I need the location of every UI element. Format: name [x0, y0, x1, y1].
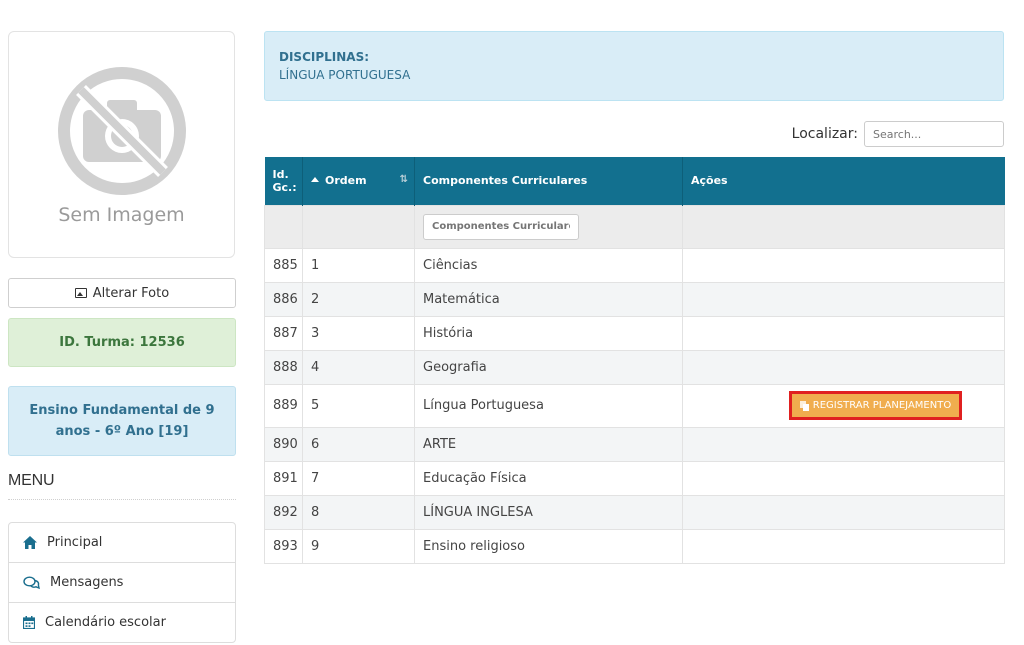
cell-id: 890 — [264, 426, 303, 462]
table-row: 888 4 Geografia — [264, 349, 1005, 385]
table-row: 886 2 Matemática — [264, 281, 1005, 317]
column-header-acoes: Ações — [682, 157, 1005, 205]
column-header-id[interactable]: Id. Gc.: — [264, 157, 303, 205]
class-id-badge: ID. Turma: 12536 — [8, 318, 236, 367]
cell-componente: ARTE — [414, 426, 683, 462]
table-row: 893 9 Ensino religioso — [264, 528, 1005, 564]
change-photo-label: Alterar Foto — [92, 285, 170, 301]
sidebar-item-calendario[interactable]: Calendário escolar — [9, 603, 235, 642]
column-header-ordem[interactable]: Ordem ⇅ — [302, 157, 415, 205]
cell-id: 888 — [264, 349, 303, 385]
cell-ordem: 3 — [302, 315, 415, 351]
cell-id: 885 — [264, 247, 303, 283]
cell-ordem: 6 — [302, 426, 415, 462]
cell-ordem: 5 — [302, 383, 415, 428]
table-header-row: Id. Gc.: Ordem ⇅ Componentes Curriculare… — [264, 157, 1005, 205]
filter-row — [264, 204, 1005, 249]
cell-componente: Geografia — [414, 349, 683, 385]
cell-componente: Ensino religioso — [414, 528, 683, 564]
table-row: 892 8 LÍNGUA INGLESA — [264, 494, 1005, 530]
calendar-icon — [23, 616, 35, 629]
cell-acoes: REGISTRAR PLANEJAMENTO — [682, 383, 1005, 428]
home-icon — [23, 536, 37, 549]
disciplines-alert: DISCIPLINAS: LÍNGUA PORTUGUESA — [264, 31, 1004, 101]
menu-title: MENU — [8, 472, 236, 500]
table-row: 890 6 ARTE — [264, 426, 1005, 462]
course-label: Ensino Fundamental de 9 anos - 6º Ano [1… — [29, 403, 215, 439]
cell-acoes — [682, 349, 1005, 385]
cell-ordem: 9 — [302, 528, 415, 564]
cell-componente: Língua Portuguesa — [414, 383, 683, 428]
cell-id: 892 — [264, 494, 303, 530]
picture-icon — [74, 288, 87, 298]
table-row: 887 3 História — [264, 315, 1005, 351]
cell-componente: Matemática — [414, 281, 683, 317]
column-header-componentes[interactable]: Componentes Curriculares — [414, 157, 683, 205]
disciplines-value: LÍNGUA PORTUGUESA — [279, 68, 411, 82]
column-header-ordem-label: Ordem — [325, 174, 367, 188]
sidebar-item-label: Principal — [47, 535, 103, 550]
cell-ordem: 7 — [302, 460, 415, 496]
register-planning-button[interactable]: REGISTRAR PLANEJAMENTO — [788, 391, 963, 420]
search-bar: Localizar: — [264, 120, 1004, 148]
cell-ordem: 8 — [302, 494, 415, 530]
sidebar-item-label: Calendário escolar — [45, 615, 166, 630]
search-input[interactable] — [864, 121, 1004, 147]
cell-acoes — [682, 315, 1005, 351]
no-camera-icon — [58, 67, 186, 195]
copy-icon — [799, 400, 809, 411]
disciplines-title: DISCIPLINAS: — [279, 50, 370, 64]
register-planning-label: REGISTRAR PLANEJAMENTO — [812, 400, 952, 411]
chat-icon — [23, 575, 40, 589]
cell-componente: LÍNGUA INGLESA — [414, 494, 683, 530]
cell-ordem: 2 — [302, 281, 415, 317]
cell-ordem: 4 — [302, 349, 415, 385]
cell-id: 893 — [264, 528, 303, 564]
no-image-caption: Sem Imagem — [58, 204, 185, 226]
cell-id: 887 — [264, 315, 303, 351]
cell-componente: História — [414, 315, 683, 351]
cell-id: 889 — [264, 383, 303, 428]
change-photo-button[interactable]: Alterar Foto — [8, 278, 236, 308]
sidebar-menu: Principal Mensagens Calendário escolar — [8, 522, 236, 643]
course-info-box: Ensino Fundamental de 9 anos - 6º Ano [1… — [8, 386, 236, 456]
cell-acoes — [682, 528, 1005, 564]
sort-icon: ⇅ — [399, 174, 409, 186]
search-label: Localizar: — [791, 126, 858, 142]
cell-acoes — [682, 494, 1005, 530]
sidebar-item-mensagens[interactable]: Mensagens — [9, 563, 235, 603]
cell-componente: Ciências — [414, 247, 683, 283]
cell-acoes — [682, 426, 1005, 462]
cell-acoes — [682, 247, 1005, 283]
sort-ascending-icon — [311, 177, 319, 183]
cell-id: 891 — [264, 460, 303, 496]
cell-componente: Educação Física — [414, 460, 683, 496]
table-row: 885 1 Ciências — [264, 247, 1005, 283]
componentes-filter-input[interactable] — [423, 213, 579, 240]
cell-acoes — [682, 460, 1005, 496]
table-row: 889 5 Língua Portuguesa REGISTRAR PLANEJ… — [264, 383, 1005, 428]
sidebar-item-label: Mensagens — [50, 575, 124, 590]
cell-id: 886 — [264, 281, 303, 317]
table-row: 891 7 Educação Física — [264, 460, 1005, 496]
class-id-label: ID. Turma: 12536 — [59, 335, 185, 350]
cell-ordem: 1 — [302, 247, 415, 283]
curricular-components-table: Id. Gc.: Ordem ⇅ Componentes Curriculare… — [264, 157, 1005, 564]
cell-acoes — [682, 281, 1005, 317]
sidebar-item-principal[interactable]: Principal — [9, 523, 235, 563]
profile-photo-placeholder: Sem Imagem — [8, 31, 235, 258]
